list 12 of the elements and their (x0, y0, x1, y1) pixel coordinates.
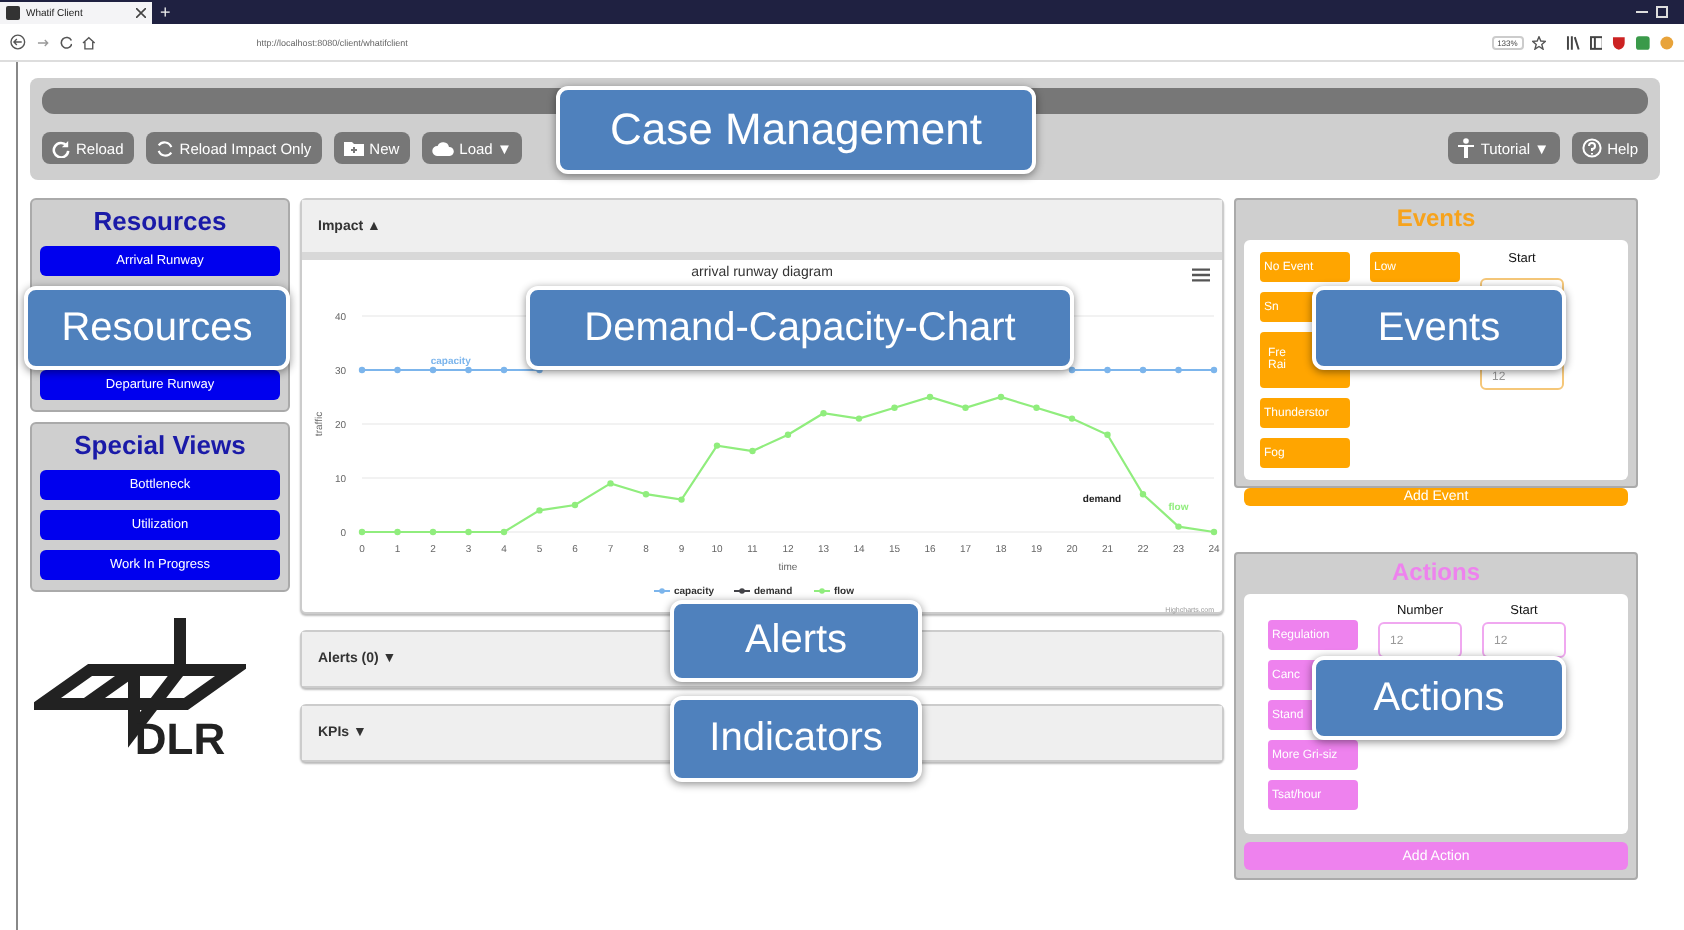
callout-tooltip: Demand-Capacity-Chart (526, 286, 1074, 370)
callout-tooltip: Alerts (670, 600, 922, 682)
panel-title: Special Views (72, 430, 248, 460)
callout-tooltip: Indicators (670, 696, 922, 782)
callout-tooltip: Case Management (556, 86, 1036, 174)
callout-tooltip: Events (1312, 286, 1566, 370)
panel-title: Actions (1389, 558, 1482, 586)
logo-text: DLR (134, 714, 226, 766)
panel-title: Events (1394, 204, 1478, 232)
panel-title: Resources (91, 206, 229, 236)
callout-tooltip: Actions (1312, 656, 1566, 740)
callout-tooltip: Resources (24, 286, 290, 370)
